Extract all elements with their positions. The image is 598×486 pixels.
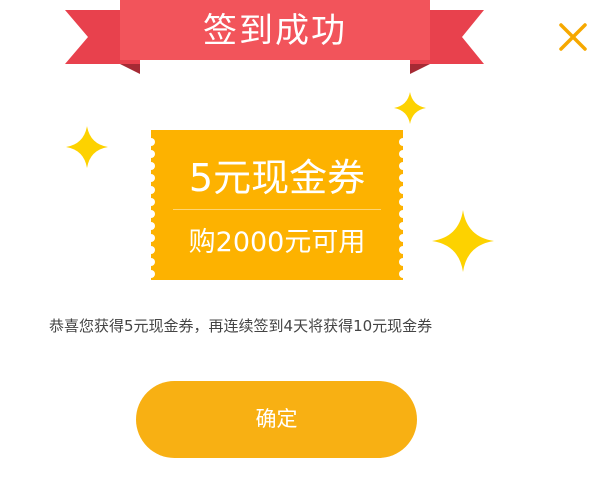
- sign-in-success-dialog: 签到成功 5元现金券 购2000元可用 恭喜您获得5元现金券，再连续签到4天将获…: [0, 0, 598, 486]
- coupon-condition: 购2000元可用: [188, 227, 366, 258]
- dialog-title: 签到成功: [203, 11, 347, 51]
- sparkle-icon: [66, 126, 108, 168]
- coupon-amount: 5元现金券: [188, 156, 366, 200]
- reward-message: 恭喜您获得5元现金券，再连续签到4天将获得10元现金券: [49, 317, 433, 335]
- sparkle-icon: [432, 210, 494, 272]
- coupon-divider: [173, 209, 381, 210]
- sparkle-icon: [394, 92, 426, 124]
- confirm-button[interactable]: 确定: [136, 381, 417, 458]
- close-icon: [559, 23, 587, 51]
- close-button[interactable]: [556, 20, 590, 54]
